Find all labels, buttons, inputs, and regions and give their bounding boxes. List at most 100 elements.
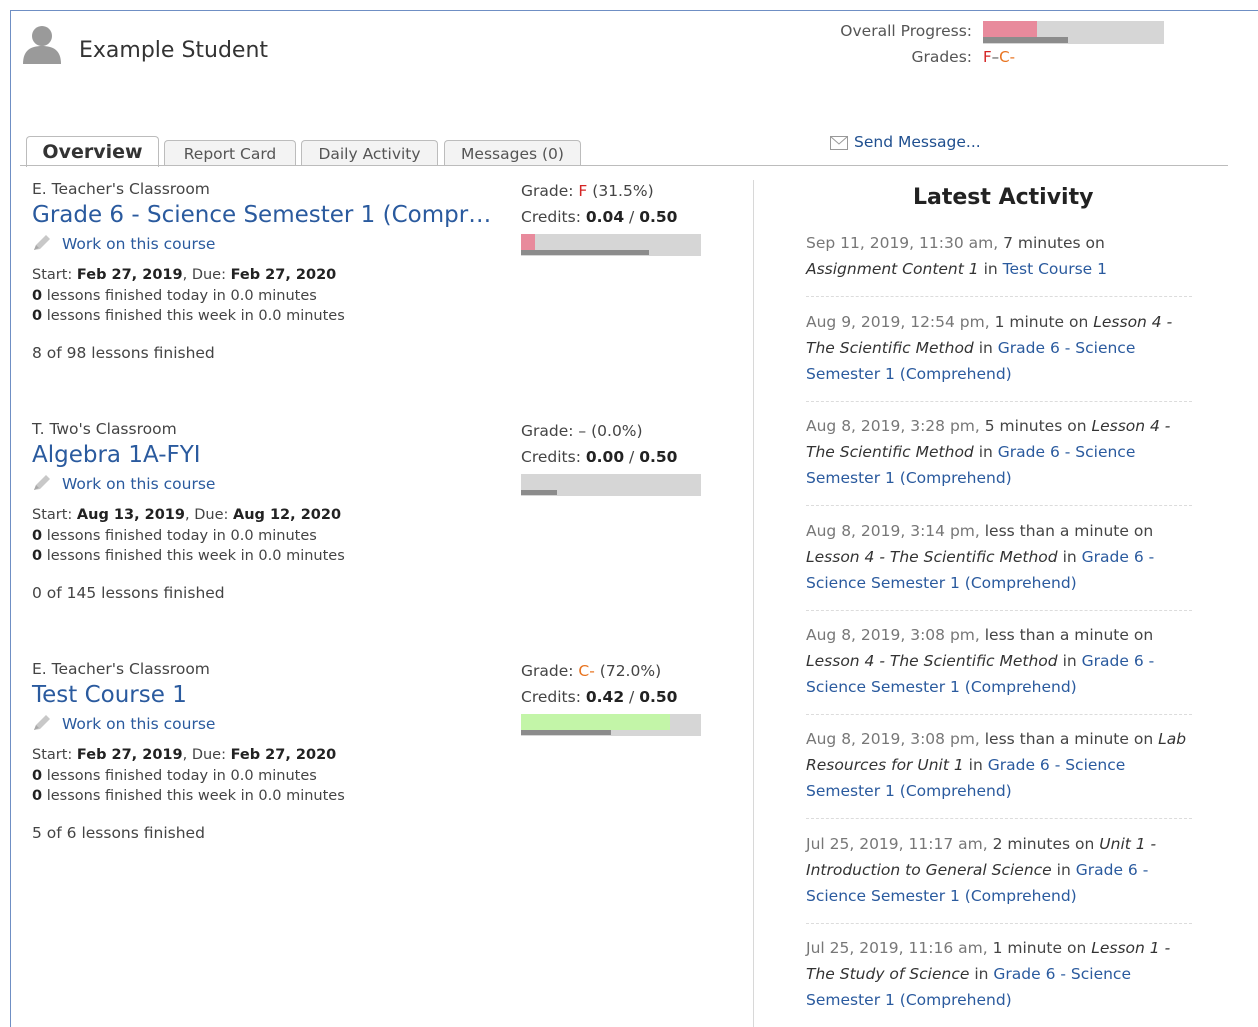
course-card: E. Teacher's Classroom Test Course 1 Work … bbox=[32, 660, 752, 890]
activity-item-name: Lesson 4 - The Scientific Method bbox=[806, 652, 1058, 670]
send-message-label: Send Message... bbox=[854, 133, 981, 151]
activity-item: Jul 25, 2019, 11:16 am, 1 minute on Less… bbox=[806, 935, 1190, 1013]
lessons-week-count: 0 bbox=[32, 308, 43, 324]
course-dates: Start: Feb 27, 2019, Due: Feb 27, 2020 bbox=[32, 747, 337, 763]
grades-summary: F–C- bbox=[983, 48, 1015, 66]
tab-overview[interactable]: Overview bbox=[26, 136, 159, 167]
due-date: Feb 27, 2020 bbox=[230, 747, 337, 763]
lessons-finished: 0 of 145 lessons finished bbox=[32, 584, 225, 602]
activity-time: Aug 8, 2019, 3:08 pm, bbox=[806, 626, 980, 644]
tab-report-card[interactable]: Report Card bbox=[164, 140, 296, 166]
course-title-link[interactable]: Grade 6 - Science Semester 1 (Compr… bbox=[32, 202, 491, 228]
course-progress-fill bbox=[521, 714, 671, 730]
start-label: Start: bbox=[32, 267, 73, 283]
lessons-week-text: lessons finished this week in 0.0 minute… bbox=[46, 788, 345, 804]
course-grade: Grade: F (31.5%) bbox=[521, 182, 654, 200]
work-on-course-link[interactable]: Work on this course bbox=[32, 234, 215, 253]
course-time-fill bbox=[521, 250, 649, 255]
pencil-icon bbox=[34, 235, 50, 250]
activity-time: Jul 25, 2019, 11:16 am, bbox=[806, 939, 988, 957]
activity-time: Aug 8, 2019, 3:28 pm, bbox=[806, 417, 980, 435]
work-on-course-label: Work on this course bbox=[62, 475, 216, 493]
course-title-link[interactable]: Test Course 1 bbox=[32, 682, 187, 708]
activity-separator bbox=[806, 296, 1192, 297]
activity-time: Aug 9, 2019, 12:54 pm, bbox=[806, 313, 990, 331]
overall-progress-label: Overall Progress: bbox=[840, 22, 972, 40]
student-name: Example Student bbox=[79, 38, 269, 63]
course-credits: Credits: 0.00 / 0.50 bbox=[521, 448, 678, 466]
activity-duration: less than a minute on bbox=[984, 730, 1154, 748]
activity-duration: 2 minutes on bbox=[992, 835, 1095, 853]
course-grade: Grade: C- (72.0%) bbox=[521, 662, 661, 680]
lessons-today-text: lessons finished today in 0.0 minutes bbox=[46, 528, 317, 544]
credits-label: Credits: bbox=[521, 688, 581, 706]
due-label: Due: bbox=[191, 747, 226, 763]
lessons-week-count: 0 bbox=[32, 548, 43, 564]
lessons-today: 0 lessons finished today in 0.0 minutes bbox=[32, 768, 317, 784]
lessons-today-count: 0 bbox=[32, 768, 43, 784]
course-credits: Credits: 0.42 / 0.50 bbox=[521, 688, 678, 706]
lessons-week: 0 lessons finished this week in 0.0 minu… bbox=[32, 308, 345, 324]
activity-duration: less than a minute on bbox=[984, 626, 1154, 644]
activity-duration: less than a minute on bbox=[984, 522, 1154, 540]
credits-earned: 0.00 bbox=[585, 448, 625, 466]
lessons-today: 0 lessons finished today in 0.0 minutes bbox=[32, 528, 317, 544]
grade-label: Grade: bbox=[521, 422, 574, 440]
course-grade: Grade: – (0.0%) bbox=[521, 422, 643, 440]
course-credits: Credits: 0.04 / 0.50 bbox=[521, 208, 678, 226]
activity-time: Aug 8, 2019, 3:08 pm, bbox=[806, 730, 980, 748]
activity-item: Aug 8, 2019, 3:28 pm, 5 minutes on Lesso… bbox=[806, 413, 1190, 491]
credits-total: 0.50 bbox=[639, 688, 678, 706]
lessons-week-count: 0 bbox=[32, 788, 43, 804]
activity-in: in bbox=[1056, 861, 1071, 879]
grade-value: F bbox=[578, 182, 588, 200]
activity-time: Sep 11, 2019, 11:30 am, bbox=[806, 234, 999, 252]
course-progress-bar bbox=[521, 714, 701, 736]
due-date: Feb 27, 2020 bbox=[230, 267, 337, 283]
lessons-finished: 8 of 98 lessons finished bbox=[32, 344, 215, 362]
grade-summary-2: C- bbox=[999, 48, 1016, 66]
lessons-today: 0 lessons finished today in 0.0 minutes bbox=[32, 288, 317, 304]
overall-progress-bar bbox=[983, 21, 1164, 44]
course-time-fill bbox=[521, 490, 557, 495]
grade-percent: (31.5%) bbox=[592, 182, 654, 200]
activity-in: in bbox=[968, 756, 983, 774]
activity-separator bbox=[806, 818, 1192, 819]
send-message-link[interactable]: Send Message... bbox=[830, 133, 981, 151]
activity-duration: 7 minutes on bbox=[1003, 234, 1105, 252]
lessons-finished: 5 of 6 lessons finished bbox=[32, 824, 205, 842]
activity-duration: 1 minute on bbox=[994, 313, 1089, 331]
overall-time-fill bbox=[983, 37, 1069, 43]
classroom-name: T. Two's Classroom bbox=[32, 420, 177, 438]
column-divider bbox=[753, 180, 754, 1027]
credits-total: 0.50 bbox=[639, 448, 678, 466]
course-dates: Start: Aug 13, 2019, Due: Aug 12, 2020 bbox=[32, 507, 342, 523]
course-card: T. Two's Classroom Algebra 1A-FYI Work on … bbox=[32, 420, 752, 650]
activity-in: in bbox=[1062, 548, 1077, 566]
lessons-today-count: 0 bbox=[32, 288, 43, 304]
activity-item: Aug 8, 2019, 3:08 pm, less than a minute… bbox=[806, 726, 1190, 804]
start-label: Start: bbox=[32, 747, 73, 763]
lessons-today-text: lessons finished today in 0.0 minutes bbox=[46, 768, 317, 784]
lessons-week: 0 lessons finished this week in 0.0 minu… bbox=[32, 788, 345, 804]
classroom-name: E. Teacher's Classroom bbox=[32, 180, 210, 198]
work-on-course-link[interactable]: Work on this course bbox=[32, 474, 215, 493]
work-on-course-link[interactable]: Work on this course bbox=[32, 714, 215, 733]
activity-in: in bbox=[978, 443, 993, 461]
activity-time: Aug 8, 2019, 3:14 pm, bbox=[806, 522, 980, 540]
tab-daily-activity[interactable]: Daily Activity bbox=[301, 140, 438, 166]
activity-item-name: Assignment Content 1 bbox=[806, 260, 979, 278]
person-silhouette-icon bbox=[23, 26, 61, 64]
work-on-course-label: Work on this course bbox=[62, 715, 216, 733]
activity-in: in bbox=[1062, 652, 1077, 670]
credits-earned: 0.42 bbox=[585, 688, 625, 706]
course-progress-fill bbox=[521, 234, 536, 250]
due-date: Aug 12, 2020 bbox=[233, 507, 342, 523]
start-date: Feb 27, 2019 bbox=[76, 747, 183, 763]
lessons-today-count: 0 bbox=[32, 528, 43, 544]
tab-messages[interactable]: Messages (0) bbox=[444, 140, 581, 166]
course-title-link[interactable]: Algebra 1A-FYI bbox=[32, 442, 201, 468]
credits-total: 0.50 bbox=[639, 208, 678, 226]
activity-course-link[interactable]: Test Course 1 bbox=[1003, 260, 1107, 278]
pencil-icon bbox=[34, 715, 50, 730]
